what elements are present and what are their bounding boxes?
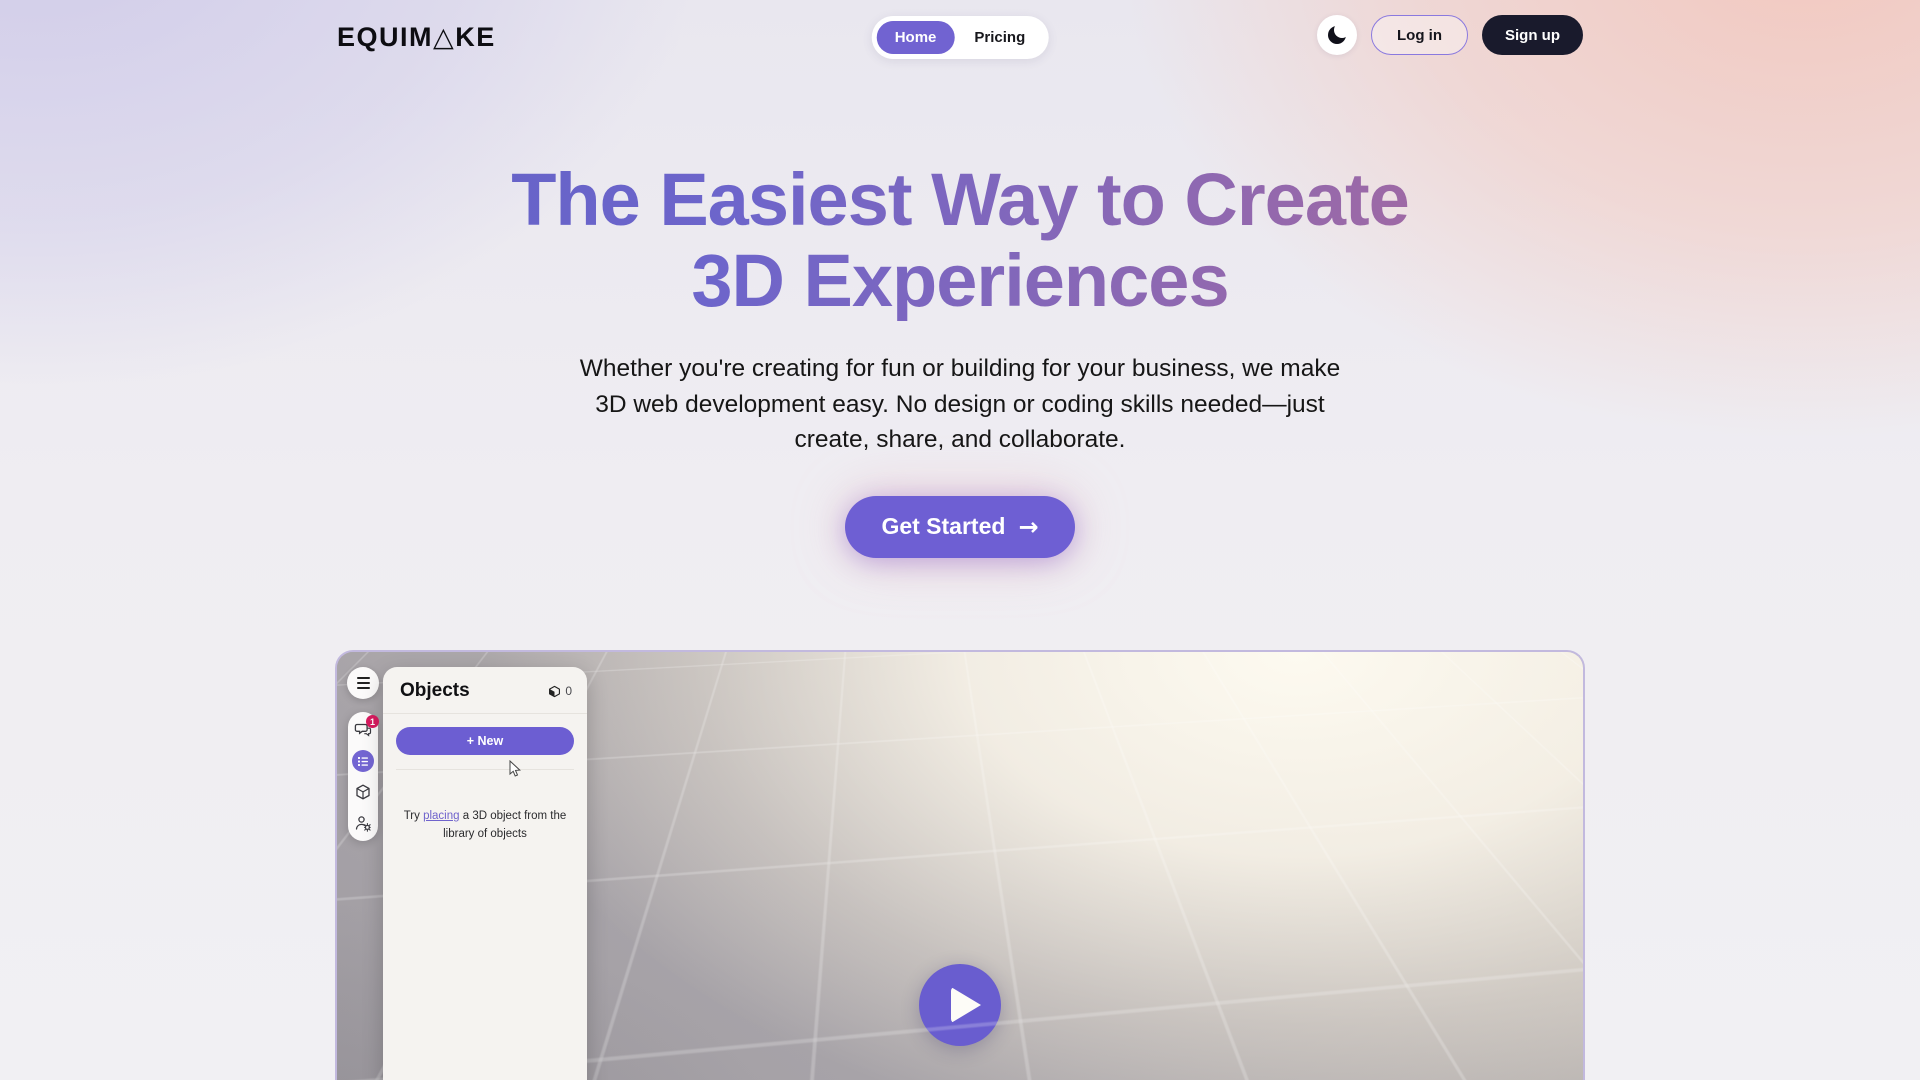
cube-icon — [354, 783, 372, 801]
chat-button[interactable]: 1 — [352, 719, 374, 741]
hint-suffix: a 3D object from the library of objects — [443, 810, 566, 840]
new-object-button[interactable]: + New — [396, 727, 574, 755]
placing-link[interactable]: placing — [423, 810, 459, 822]
title-line-2: 3D Experiences — [691, 239, 1228, 322]
landing-page: EQUIM△KE Home Pricing Log in Sign up The… — [0, 0, 1920, 1080]
chat-badge: 1 — [366, 715, 379, 728]
nav-tab-home[interactable]: Home — [877, 21, 955, 54]
arrow-right-icon: → — [1018, 513, 1038, 541]
signup-button[interactable]: Sign up — [1482, 15, 1583, 55]
hero-section: The Easiest Way to Create3D Experiences … — [0, 0, 1920, 558]
library-button[interactable] — [352, 781, 374, 803]
mouse-cursor-icon — [509, 760, 523, 778]
header-actions: Log in Sign up — [1317, 15, 1583, 55]
hint-prefix: Try — [404, 810, 423, 822]
objects-panel-title: Objects — [400, 680, 470, 702]
hamburger-icon — [357, 677, 370, 689]
theme-toggle-button[interactable] — [1317, 15, 1357, 55]
title-line-1: The Easiest Way to Create — [511, 158, 1409, 241]
get-started-button[interactable]: Get Started → — [845, 496, 1074, 558]
panel-divider — [396, 769, 574, 770]
header: EQUIM△KE Home Pricing Log in Sign up — [0, 0, 1920, 70]
object-count-value: 0 — [565, 684, 572, 698]
objects-panel-header: Objects 0 — [383, 667, 587, 714]
play-icon — [951, 987, 981, 1023]
menu-button[interactable] — [347, 667, 379, 699]
page-title: The Easiest Way to Create3D Experiences — [0, 160, 1920, 321]
get-started-label: Get Started — [881, 513, 1005, 540]
play-button[interactable] — [919, 964, 1001, 1046]
login-button[interactable]: Log in — [1371, 15, 1468, 55]
cube-count-icon — [548, 685, 561, 698]
main-nav: Home Pricing — [872, 16, 1049, 59]
object-counter: 0 — [548, 684, 572, 698]
logo: EQUIM△KE — [337, 22, 496, 53]
hero-subtitle: Whether you're creating for fun or build… — [570, 351, 1350, 458]
list-icon — [356, 754, 370, 768]
user-settings-button[interactable] — [352, 812, 374, 834]
objects-panel: Objects 0 + New Try placing a 3D object … — [383, 667, 587, 1080]
placement-hint: Try placing a 3D object from the library… — [401, 808, 569, 844]
nav-tab-pricing[interactable]: Pricing — [956, 21, 1043, 54]
tool-rail: 1 — [348, 712, 378, 841]
objects-list-button[interactable] — [352, 750, 374, 772]
moon-icon — [1328, 26, 1346, 44]
editor-demo-preview: 1 — [335, 650, 1585, 1080]
user-gear-icon — [354, 814, 372, 832]
